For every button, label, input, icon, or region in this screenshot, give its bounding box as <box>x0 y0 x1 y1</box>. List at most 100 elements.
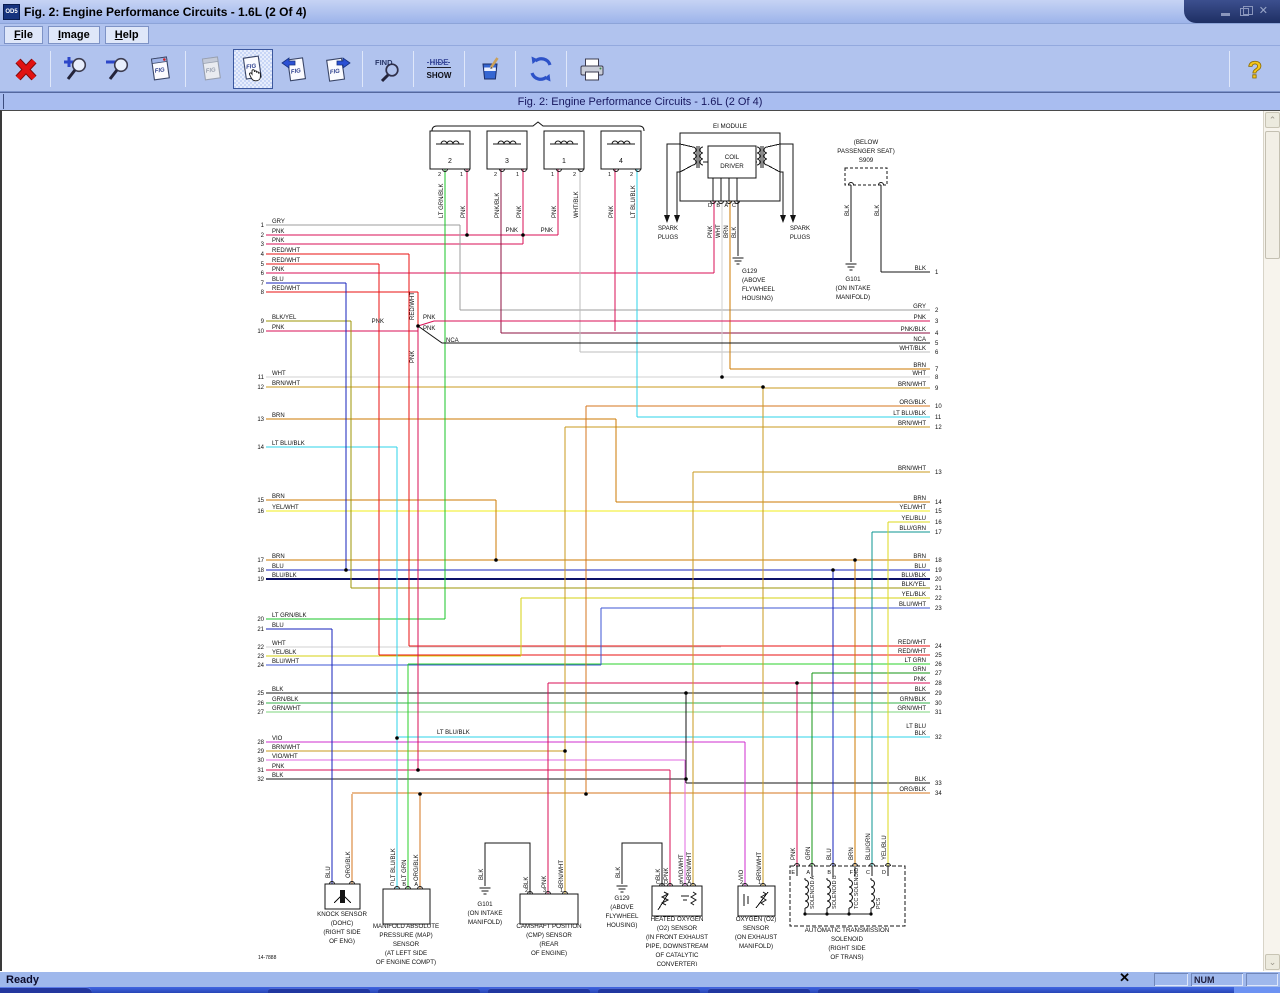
svg-text:1: 1 <box>608 172 611 178</box>
zoom-out-icon <box>104 55 132 83</box>
find-icon: FIND <box>374 55 402 83</box>
svg-text:(IN FRONT EXHAUST: (IN FRONT EXHAUST <box>646 934 708 941</box>
svg-text:(O2) SENSOR: (O2) SENSOR <box>657 925 698 932</box>
taskbar-button[interactable] <box>598 988 700 993</box>
svg-text:3: 3 <box>505 158 509 165</box>
svg-text:SOLENOID A: SOLENOID A <box>810 875 816 909</box>
svg-text:BLU/BLK: BLU/BLK <box>272 573 297 579</box>
svg-text:BLU: BLU <box>272 623 284 629</box>
num-lock-indicator: NUM <box>1191 973 1243 986</box>
svg-text:RED/WHT: RED/WHT <box>272 258 300 264</box>
svg-text:PNK: PNK <box>423 326 435 332</box>
menu-item-help[interactable]: Help <box>105 26 149 44</box>
taskbar-button[interactable] <box>488 988 590 993</box>
svg-text:C: C <box>732 203 736 209</box>
scroll-up-button[interactable]: ⌃ <box>1265 112 1280 128</box>
svg-text:13: 13 <box>257 417 264 423</box>
svg-text:PNK: PNK <box>461 206 467 218</box>
svg-text:3: 3 <box>261 242 265 248</box>
previous-figure-button[interactable]: FIG <box>275 49 315 89</box>
svg-text:25: 25 <box>935 653 942 659</box>
svg-text:LT BLU/BLK: LT BLU/BLK <box>272 441 305 447</box>
next-figure-button[interactable]: FIG <box>317 49 357 89</box>
hide-show-button[interactable]: HIDE SHOW <box>419 49 459 89</box>
zoom-in-button[interactable] <box>56 49 96 89</box>
figure-window-button[interactable]: FIG <box>140 49 180 89</box>
svg-text:1: 1 <box>551 172 554 178</box>
figure-disabled-button[interactable]: FIG <box>191 49 231 89</box>
taskbar-button[interactable] <box>708 988 810 993</box>
svg-text:G101: G101 <box>845 276 861 283</box>
system-tray-partial <box>1234 987 1280 993</box>
svg-text:18: 18 <box>935 558 942 564</box>
svg-text:9: 9 <box>261 319 265 325</box>
svg-text:D: D <box>882 870 886 876</box>
menu-item-file[interactable]: File <box>4 26 43 44</box>
figure-select-button[interactable]: FIG <box>233 49 273 89</box>
scroll-down-button[interactable]: ⌄ <box>1265 954 1280 970</box>
figure-prev-icon: FIG <box>281 55 309 83</box>
svg-text:(ON INTAKE: (ON INTAKE <box>836 285 871 292</box>
svg-text:BRN: BRN <box>913 496 926 502</box>
svg-text:WHT: WHT <box>272 371 286 377</box>
svg-text:GRN/WHT: GRN/WHT <box>272 706 301 712</box>
svg-text:27: 27 <box>935 671 942 677</box>
notes-button[interactable] <box>470 49 510 89</box>
svg-text:FLYWHEEL: FLYWHEEL <box>606 913 639 920</box>
svg-text:1: 1 <box>562 158 566 165</box>
svg-text:26: 26 <box>257 701 264 707</box>
svg-text:PNK: PNK <box>609 206 615 218</box>
svg-text:HOUSING): HOUSING) <box>742 295 773 302</box>
svg-text:BLK: BLK <box>479 869 485 880</box>
svg-text:BRN/WHT: BRN/WHT <box>898 466 926 472</box>
svg-text:VIO: VIO <box>272 736 283 742</box>
svg-text:PNK/BLK: PNK/BLK <box>495 193 501 218</box>
minimize-button[interactable] <box>1221 13 1230 16</box>
taskbar-button[interactable] <box>818 988 920 993</box>
svg-text:BLU: BLU <box>272 564 284 570</box>
svg-text:B: B <box>402 882 406 888</box>
svg-text:PNK: PNK <box>272 238 284 244</box>
svg-text:15: 15 <box>257 498 264 504</box>
menu-item-image[interactable]: Image <box>48 26 100 44</box>
svg-text:6: 6 <box>261 271 265 277</box>
svg-text:SPARK: SPARK <box>790 226 810 232</box>
restore-button[interactable] <box>1240 8 1249 16</box>
close-button[interactable]: ✕ <box>1259 6 1268 17</box>
svg-text:SENSOR: SENSOR <box>393 941 420 948</box>
figure-disabled-icon: FIG <box>197 55 225 83</box>
svg-text:RED/WHT: RED/WHT <box>410 292 416 320</box>
svg-text:HEATED OXYGEN: HEATED OXYGEN <box>651 916 704 923</box>
svg-text:2: 2 <box>935 308 939 314</box>
svg-text:(ABOVE: (ABOVE <box>742 277 765 284</box>
figure-window-icon: FIG <box>146 55 174 83</box>
svg-text:A: A <box>724 203 728 209</box>
figure-viewport[interactable]: 2314COILDRIVEREI MODULESPARKPLUGSSPARKPL… <box>0 110 1280 971</box>
svg-text:HOUSING): HOUSING) <box>607 922 638 929</box>
exit-x-icon <box>11 55 39 83</box>
svg-text:21: 21 <box>257 627 264 633</box>
svg-text:GRN: GRN <box>913 667 926 673</box>
start-button-partial[interactable] <box>0 987 92 993</box>
help-button[interactable]: ? <box>1235 49 1275 89</box>
svg-text:16: 16 <box>257 509 264 515</box>
svg-text:2: 2 <box>630 172 633 178</box>
scrollbar-thumb[interactable] <box>1265 131 1280 259</box>
taskbar-button[interactable] <box>378 988 480 993</box>
svg-text:BRN/WHT: BRN/WHT <box>757 852 763 880</box>
svg-text:BLK: BLK <box>915 266 926 272</box>
print-button[interactable] <box>572 49 612 89</box>
svg-text:LT BLU/BLK: LT BLU/BLK <box>391 848 397 881</box>
svg-text:25: 25 <box>257 691 264 697</box>
svg-text:(CMP) SENSOR: (CMP) SENSOR <box>526 932 572 939</box>
refresh-button[interactable] <box>521 49 561 89</box>
svg-text:11: 11 <box>935 415 942 421</box>
vertical-scrollbar[interactable]: ⌃ ⌄ <box>1263 111 1280 971</box>
find-button[interactable]: FIND <box>368 49 408 89</box>
svg-text:(RIGHT SIDE: (RIGHT SIDE <box>828 945 865 952</box>
svg-text:4: 4 <box>619 158 623 165</box>
svg-text:22: 22 <box>935 596 942 602</box>
zoom-out-button[interactable] <box>98 49 138 89</box>
exit-figure-button[interactable] <box>5 49 45 89</box>
taskbar-button[interactable] <box>268 988 370 993</box>
